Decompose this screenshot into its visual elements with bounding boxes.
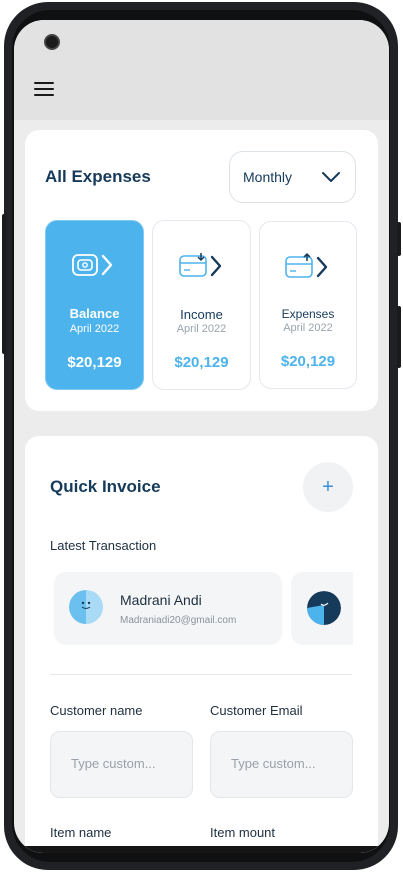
item-amount-label: Item mount xyxy=(210,825,276,840)
wallet-icon xyxy=(46,251,143,283)
screen-bottom-edge xyxy=(14,846,389,853)
invoice-title: Quick Invoice xyxy=(50,477,161,496)
chevron-down-icon xyxy=(322,172,340,182)
customer-name-label: Customer name xyxy=(50,703,143,718)
side-button-left xyxy=(2,214,6,354)
period-dropdown[interactable]: Monthly xyxy=(229,151,356,203)
expenses-tile-value: $20,129 xyxy=(280,353,336,370)
expenses-tile[interactable]: Expenses April 2022 $20,129 xyxy=(259,221,357,389)
customer-name-input[interactable]: Type custom... xyxy=(50,731,193,798)
customer-email-label: Customer Email xyxy=(210,703,303,718)
avatar xyxy=(69,590,103,624)
camera-icon xyxy=(44,34,60,50)
expenses-tile-date: April 2022 xyxy=(283,322,333,334)
add-invoice-button[interactable]: + xyxy=(303,462,353,512)
period-dropdown-value: Monthly xyxy=(243,169,293,185)
balance-date: April 2022 xyxy=(69,323,120,335)
card-upload-icon xyxy=(260,252,356,284)
balance-value: $20,129 xyxy=(67,354,122,371)
latest-transaction-label: Latest Transaction xyxy=(50,538,157,553)
transaction-name: Madrani Andi xyxy=(120,592,202,608)
customer-email-input[interactable]: Type custom... xyxy=(210,731,353,798)
divider xyxy=(50,674,352,675)
transaction-item-partial[interactable] xyxy=(291,572,353,645)
power-button xyxy=(397,306,401,368)
income-tile[interactable]: Income April 2022 $20,129 xyxy=(152,220,251,390)
income-date: April 2022 xyxy=(176,323,227,335)
card-download-icon xyxy=(153,251,250,283)
transaction-item[interactable]: Madrani Andi Madraniadi20@gmail.com xyxy=(54,572,282,645)
income-value: $20,129 xyxy=(174,354,229,371)
screen: All Expenses Monthly Balance April 2022 … xyxy=(14,20,389,853)
balance-tile[interactable]: Balance April 2022 $20,129 xyxy=(45,220,144,390)
expenses-title: All Expenses xyxy=(45,167,151,186)
balance-title: Balance xyxy=(69,306,120,321)
expenses-tile-title: Expenses xyxy=(281,307,335,321)
transaction-email: Madraniadi20@gmail.com xyxy=(120,615,237,626)
top-bar xyxy=(14,20,389,120)
avatar xyxy=(307,591,341,625)
income-title: Income xyxy=(180,307,223,322)
volume-button xyxy=(397,222,401,256)
item-name-label: Item name xyxy=(50,825,112,840)
hamburger-menu-icon[interactable] xyxy=(34,82,54,98)
